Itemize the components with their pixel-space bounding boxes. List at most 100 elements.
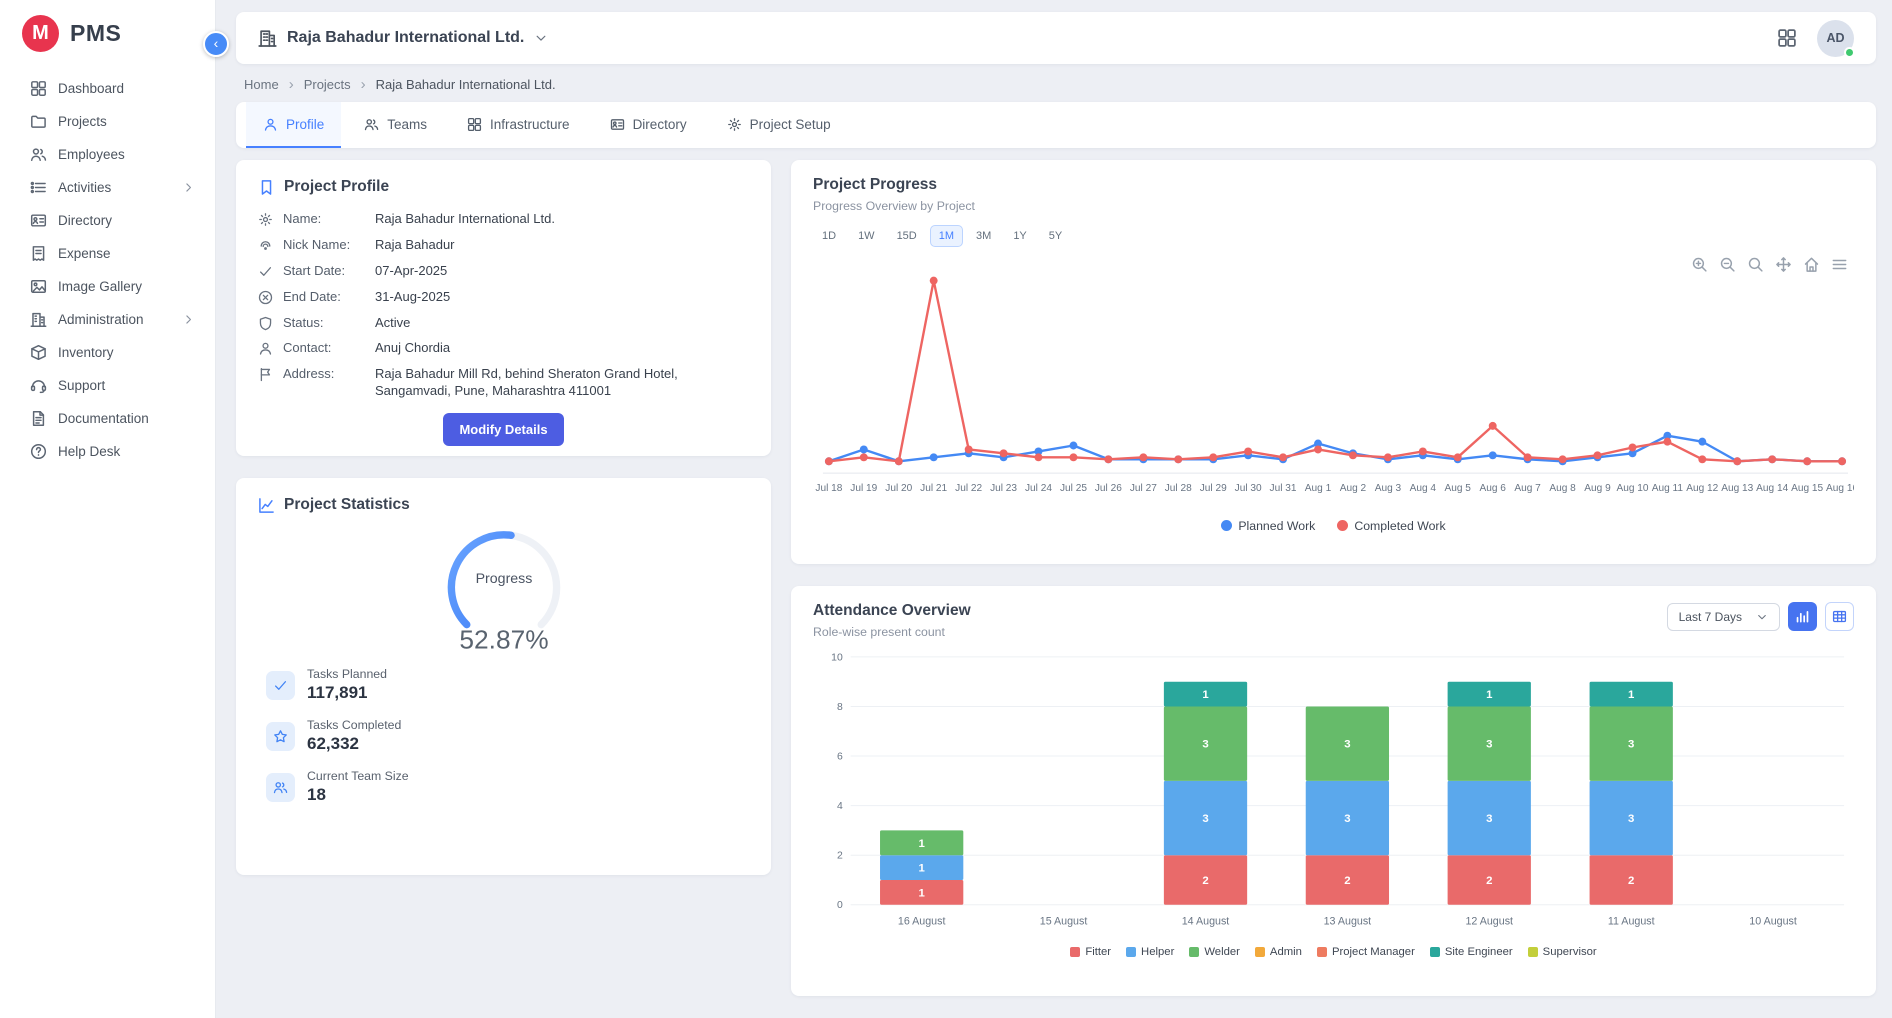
documentation-icon bbox=[30, 410, 47, 427]
range-1m[interactable]: 1M bbox=[930, 225, 963, 247]
brand[interactable]: M PMS bbox=[0, 0, 215, 72]
legend-welder[interactable]: Welder bbox=[1189, 946, 1240, 958]
legend-planned-work[interactable]: Planned Work bbox=[1221, 519, 1315, 533]
field-label: Contact: bbox=[283, 340, 365, 357]
sidebar-item-documentation[interactable]: Documentation bbox=[0, 402, 215, 435]
project-progress-card: Project Progress Progress Overview by Pr… bbox=[791, 160, 1876, 564]
users-icon bbox=[266, 773, 295, 802]
svg-text:14 August: 14 August bbox=[1182, 916, 1230, 928]
sidebar-menu: DashboardProjectsEmployeesActivities Dire… bbox=[0, 72, 215, 468]
sidebar-item-label: Support bbox=[58, 378, 105, 393]
dashboard-icon bbox=[467, 117, 482, 132]
field-value: 31-Aug-2025 bbox=[375, 289, 450, 306]
sidebar-item-dashboard[interactable]: Dashboard bbox=[0, 72, 215, 105]
svg-text:Jul 27: Jul 27 bbox=[1130, 483, 1157, 494]
zoom-in-icon[interactable] bbox=[1691, 256, 1708, 273]
modify-details-button[interactable]: Modify Details bbox=[443, 413, 563, 446]
svg-text:Aug 8: Aug 8 bbox=[1549, 483, 1576, 494]
main: Raja Bahadur International Ltd. AD Home›… bbox=[216, 0, 1892, 1018]
svg-text:Aug 5: Aug 5 bbox=[1445, 483, 1472, 494]
sidebar-item-label: Expense bbox=[58, 246, 111, 261]
sidebar-item-directory[interactable]: Directory bbox=[0, 204, 215, 237]
profile-field-nick-name: Nick Name:Raja Bahadur bbox=[258, 237, 749, 254]
selection-zoom-icon[interactable] bbox=[1747, 256, 1764, 273]
svg-text:3: 3 bbox=[1344, 739, 1350, 751]
brand-name: PMS bbox=[70, 20, 121, 47]
apps-icon[interactable] bbox=[1777, 28, 1797, 48]
field-value: Raja Bahadur Mill Rd, behind Sheraton Gr… bbox=[375, 366, 749, 400]
sidebar-item-projects[interactable]: Projects bbox=[0, 105, 215, 138]
legend-helper[interactable]: Helper bbox=[1126, 946, 1174, 958]
svg-text:Aug 6: Aug 6 bbox=[1480, 483, 1507, 494]
sidebar-item-expense[interactable]: Expense bbox=[0, 237, 215, 270]
range-3m[interactable]: 3M bbox=[967, 225, 1000, 247]
breadcrumb-item-projects[interactable]: Projects bbox=[304, 77, 351, 92]
field-label: Name: bbox=[283, 211, 365, 228]
right-column: Project Progress Progress Overview by Pr… bbox=[791, 160, 1876, 1018]
legend-admin[interactable]: Admin bbox=[1255, 946, 1302, 958]
sidebar-item-image-gallery[interactable]: Image Gallery bbox=[0, 270, 215, 303]
tab-infrastructure[interactable]: Infrastructure bbox=[450, 102, 587, 148]
svg-text:3: 3 bbox=[1486, 739, 1492, 751]
topbar-right: AD bbox=[1777, 20, 1854, 57]
tab-profile[interactable]: Profile bbox=[246, 102, 341, 148]
sidebar-item-help-desk[interactable]: Help Desk bbox=[0, 435, 215, 468]
home-icon[interactable] bbox=[1803, 256, 1820, 273]
sidebar-item-support[interactable]: Support bbox=[0, 369, 215, 402]
range-1y[interactable]: 1Y bbox=[1004, 225, 1035, 247]
svg-text:52.87%: 52.87% bbox=[459, 624, 548, 654]
legend-supervisor[interactable]: Supervisor bbox=[1528, 946, 1597, 958]
progress-gauge: Progress52.87% bbox=[258, 518, 749, 659]
shield-icon bbox=[258, 316, 273, 331]
date-range-select[interactable]: Last 7 Days bbox=[1667, 603, 1780, 631]
range-1w[interactable]: 1W bbox=[849, 225, 884, 247]
tab-directory[interactable]: Directory bbox=[593, 102, 704, 148]
statistics-card-title: Project Statistics bbox=[258, 496, 749, 514]
legend-project-manager[interactable]: Project Manager bbox=[1317, 946, 1415, 958]
menu-icon[interactable] bbox=[1831, 256, 1848, 273]
svg-text:Jul 22: Jul 22 bbox=[955, 483, 982, 494]
tabs: ProfileTeams Infrastructure Directory Proje… bbox=[236, 102, 1876, 148]
sidebar-collapse-button[interactable]: ‹ bbox=[203, 31, 229, 57]
svg-text:Jul 28: Jul 28 bbox=[1165, 483, 1192, 494]
tab-project-setup[interactable]: Project Setup bbox=[710, 102, 848, 148]
sidebar-item-label: Administration bbox=[58, 312, 144, 327]
progress-card-subtitle: Progress Overview by Project bbox=[813, 199, 1854, 213]
support-icon bbox=[30, 377, 47, 394]
sidebar-item-inventory[interactable]: Inventory bbox=[0, 336, 215, 369]
svg-text:1: 1 bbox=[1202, 689, 1209, 701]
pan-icon[interactable] bbox=[1775, 256, 1792, 273]
star-icon bbox=[266, 722, 295, 751]
company-selector[interactable]: Raja Bahadur International Ltd. bbox=[258, 29, 548, 48]
breadcrumb-item-home[interactable]: Home bbox=[244, 77, 279, 92]
tab-teams[interactable]: Teams bbox=[347, 102, 444, 148]
svg-text:2: 2 bbox=[837, 851, 843, 862]
range-5y[interactable]: 5Y bbox=[1040, 225, 1071, 247]
bar-chart: 024681011116 August15 August233114 Augus… bbox=[813, 647, 1854, 944]
brand-logo: M bbox=[22, 15, 59, 52]
sidebar-item-activities[interactable]: Activities bbox=[0, 171, 215, 204]
sidebar-item-label: Image Gallery bbox=[58, 279, 142, 294]
zoom-out-icon[interactable] bbox=[1719, 256, 1736, 273]
tab-label: Infrastructure bbox=[490, 117, 570, 132]
svg-text:6: 6 bbox=[837, 752, 843, 763]
legend-fitter[interactable]: Fitter bbox=[1070, 946, 1111, 958]
svg-text:3: 3 bbox=[1628, 739, 1634, 751]
helpdesk-icon bbox=[30, 443, 47, 460]
attendance-card-subtitle: Role-wise present count bbox=[813, 625, 971, 639]
range-1d[interactable]: 1D bbox=[813, 225, 845, 247]
table-view-toggle[interactable] bbox=[1825, 602, 1854, 631]
avatar[interactable]: AD bbox=[1817, 20, 1854, 57]
chart-view-toggle[interactable] bbox=[1788, 602, 1817, 631]
legend-site-engineer[interactable]: Site Engineer bbox=[1430, 946, 1513, 958]
range-15d[interactable]: 15D bbox=[888, 225, 926, 247]
svg-text:2: 2 bbox=[1486, 875, 1492, 887]
legend-completed-work[interactable]: Completed Work bbox=[1337, 519, 1445, 533]
sidebar-item-label: Directory bbox=[58, 213, 112, 228]
tab-label: Directory bbox=[633, 117, 687, 132]
svg-text:Jul 18: Jul 18 bbox=[815, 483, 842, 494]
sidebar-item-administration[interactable]: Administration bbox=[0, 303, 215, 336]
breadcrumb-item-raja-bahadur-international-ltd[interactable]: Raja Bahadur International Ltd. bbox=[376, 77, 556, 92]
svg-text:Jul 24: Jul 24 bbox=[1025, 483, 1052, 494]
sidebar-item-employees[interactable]: Employees bbox=[0, 138, 215, 171]
